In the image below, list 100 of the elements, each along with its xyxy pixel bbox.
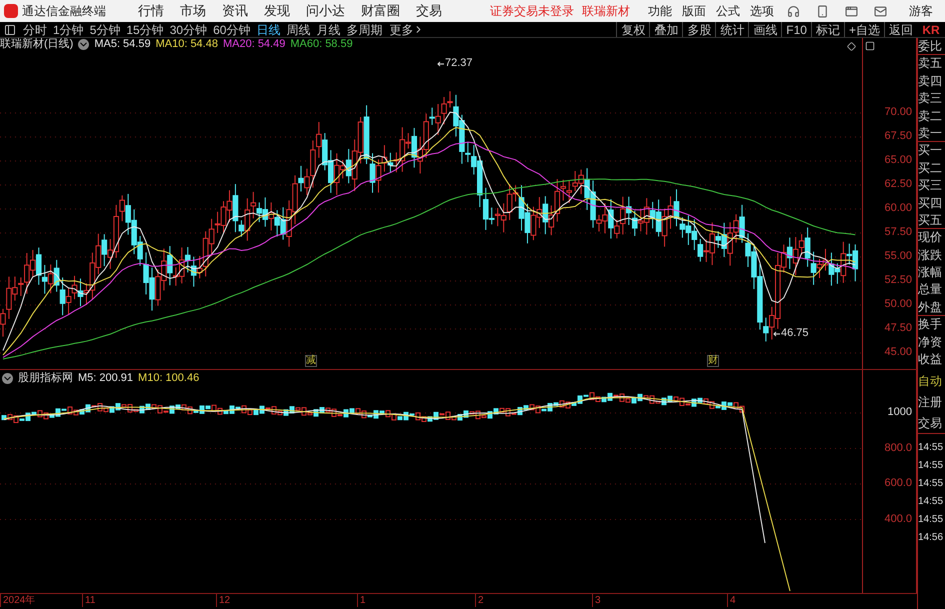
quote-label: 收益 [918, 351, 943, 368]
indicator-axis-label: 1000 [888, 407, 912, 418]
trade-button[interactable]: 交易 [918, 412, 945, 434]
event-mark[interactable]: 减 [305, 355, 317, 367]
window-icon[interactable] [845, 4, 858, 18]
price-axis-label: 52.50 [884, 275, 912, 286]
period-tab[interactable]: 月线 [313, 24, 344, 36]
price-axis-label: 47.50 [884, 323, 912, 334]
toolbar-button[interactable]: F10 [781, 22, 811, 37]
menu-item[interactable]: 行情 [138, 1, 164, 21]
period-tab[interactable]: 60分钟 [210, 24, 254, 36]
price-axis-label: 57.50 [884, 227, 912, 238]
square-icon[interactable] [865, 41, 875, 51]
dropdown-icon[interactable] [78, 39, 90, 50]
quote-label: 买二 [918, 160, 943, 177]
pointer-arrow-icon [773, 330, 781, 338]
toolbar-button[interactable]: 多股 [682, 22, 716, 37]
price-axis-label: 62.50 [884, 179, 912, 190]
date-axis-label: 11 [82, 594, 96, 607]
user-label[interactable]: 游客 [909, 2, 933, 20]
toolbar-button[interactable]: 画线 [748, 22, 782, 37]
trade-time: 14:55 [918, 513, 944, 528]
period-tab[interactable]: 1分钟 [50, 24, 87, 36]
ma-legend: MA20: 54.49 [222, 39, 286, 50]
quote-label: 卖三 [918, 90, 943, 108]
phone-icon[interactable] [816, 4, 829, 18]
menu-item[interactable]: 问小达 [306, 1, 345, 21]
trade-button[interactable]: 注册 [918, 391, 945, 412]
dropdown-icon[interactable] [2, 373, 13, 384]
quote-label: 卖五 [918, 55, 943, 72]
menu-item[interactable]: 选项 [750, 2, 774, 20]
high-price-label: 72.37 [445, 58, 473, 69]
menu-item[interactable]: 功能 [648, 2, 672, 20]
quote-label: 卖四 [918, 72, 943, 90]
toolbar-button[interactable]: 叠加 [649, 22, 682, 37]
period-tab[interactable]: 周线 [283, 24, 314, 36]
trade-time: 14:56 [918, 531, 944, 546]
period-tab[interactable]: 多周期 [343, 24, 386, 36]
quote-label: 涨幅 [918, 264, 943, 282]
trade-time: 14:55 [918, 477, 944, 492]
ma-legend: MA5: 54.59 [94, 39, 151, 50]
menu-item[interactable]: 财富圈 [361, 1, 400, 21]
more-button[interactable]: 更多 [385, 24, 428, 36]
ma-legend: MA60: 58.59 [290, 39, 353, 50]
pointer-arrow-icon [437, 60, 445, 68]
period-tab[interactable]: 日线 [253, 24, 284, 36]
indicator-title: 股朋指标网 [18, 373, 73, 384]
login-notice[interactable]: 证券交易未登录 [490, 2, 574, 20]
menu-item[interactable]: 发现 [264, 1, 290, 21]
toolbar-button[interactable]: +自选 [844, 22, 884, 37]
quote-label: 换手 [918, 316, 943, 334]
quote-label: 买一 [918, 142, 943, 160]
menu-item[interactable]: 资讯 [222, 1, 248, 21]
menu-item[interactable]: 公式 [716, 2, 740, 20]
period-tab[interactable]: 分时 [20, 24, 50, 36]
toolbar-button[interactable]: 复权 [616, 22, 650, 37]
event-mark[interactable]: 财 [707, 355, 719, 367]
panel-toggle-icon[interactable] [4, 24, 16, 36]
quote-label: 现价 [918, 229, 943, 246]
trade-time: 14:55 [918, 441, 944, 456]
quote-label: 涨跌 [918, 246, 943, 264]
date-axis-label: 3 [592, 594, 601, 607]
quote-label: 委比 [918, 38, 945, 56]
diamond-icon[interactable] [847, 42, 856, 51]
ma-legend: M10: 100.46 [138, 373, 200, 384]
date-axis-label: 12 [216, 594, 230, 607]
quote-label: 卖一 [918, 124, 945, 142]
trade-time: 14:55 [918, 495, 944, 510]
headset-icon[interactable] [787, 4, 800, 18]
menu-item[interactable]: 交易 [416, 1, 442, 21]
indicator-axis-label: 400.0 [884, 514, 912, 524]
stock-link[interactable]: 联瑞新材 [582, 2, 630, 20]
ma-legend: MA10: 54.48 [156, 39, 218, 50]
trade-time: 14:55 [918, 459, 944, 474]
menu-item[interactable]: 版面 [682, 2, 706, 20]
quote-label: 总量 [918, 281, 943, 298]
price-axis-label: 50.00 [884, 299, 912, 310]
mail-icon[interactable] [874, 4, 887, 18]
quote-label: 卖二 [918, 108, 943, 125]
trade-button[interactable]: 自动 [918, 370, 945, 392]
quote-label: 买五 [918, 212, 945, 230]
date-axis-label: 4 [727, 594, 736, 607]
toolbar-button[interactable]: 返回 [884, 22, 917, 37]
quote-label: 买三 [918, 177, 943, 194]
low-price-label: 46.75 [781, 328, 809, 339]
toolbar-button[interactable]: 标记 [810, 22, 844, 37]
stock-code: KR [921, 24, 941, 36]
period-tab[interactable]: 15分钟 [123, 24, 167, 36]
indicator-axis-label: 800.0 [884, 442, 912, 454]
indicator-axis-label: 600.0 [884, 478, 912, 489]
date-axis-label: 2 [475, 594, 484, 607]
menu-item[interactable]: 市场 [180, 1, 206, 21]
quote-label: 外盘 [918, 298, 945, 316]
quote-label: 净资 [918, 334, 943, 351]
period-tab[interactable]: 30分钟 [166, 24, 210, 36]
price-axis-label: 55.00 [884, 251, 912, 262]
price-axis-label: 45.00 [884, 347, 912, 358]
toolbar-button[interactable]: 统计 [715, 22, 748, 37]
period-tab[interactable]: 5分钟 [86, 24, 124, 36]
quote-label: 买四 [918, 194, 943, 212]
